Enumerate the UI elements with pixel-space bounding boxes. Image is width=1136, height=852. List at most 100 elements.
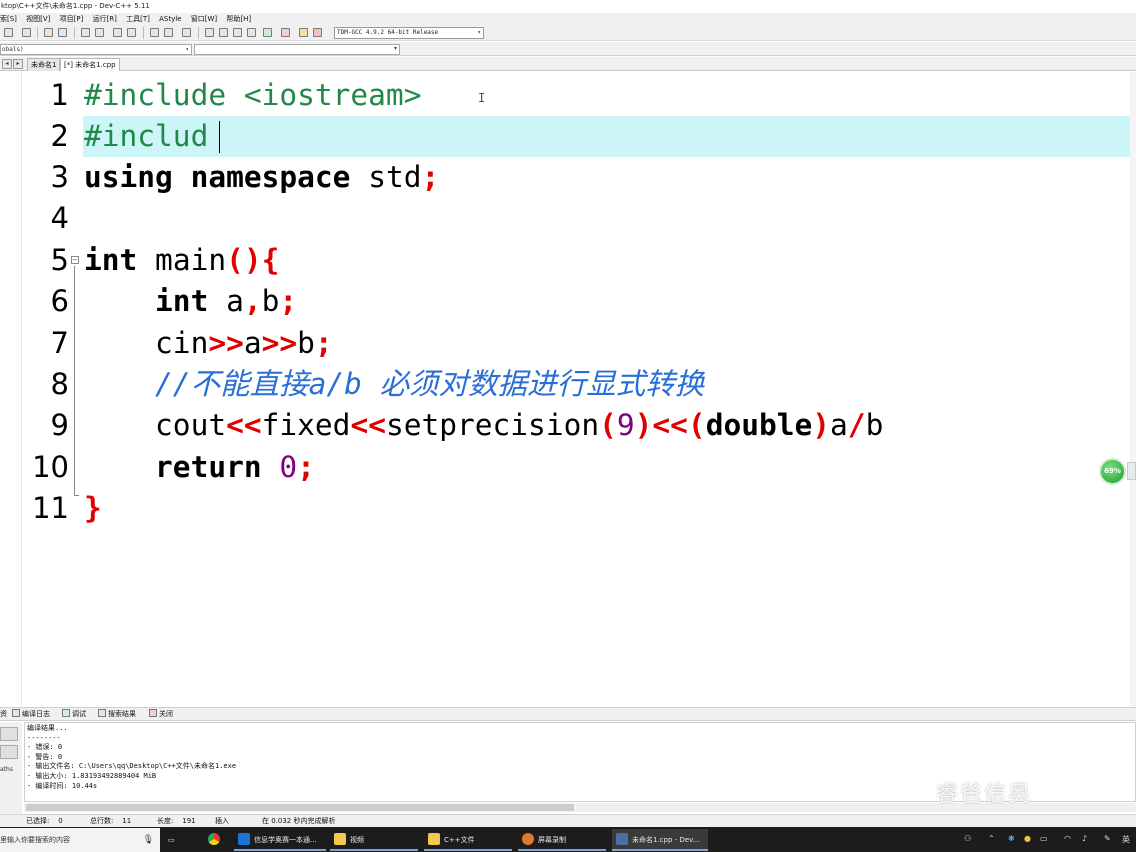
tab-project[interactable]: 未命名1: [27, 58, 61, 71]
watermark: 睿爸信奥: [936, 782, 1033, 807]
menu-search[interactable]: 索[S]: [0, 13, 17, 25]
tab-debug[interactable]: 调试: [62, 709, 86, 720]
taskbar-app-label: 未命名1.cpp - Dev...: [632, 836, 700, 844]
number-literal: 0: [261, 450, 298, 484]
menu-tools[interactable]: 工具[T]: [126, 13, 150, 25]
compile-run-icon[interactable]: [233, 28, 242, 37]
identifier: b: [865, 408, 884, 442]
keyword: int: [84, 243, 138, 277]
bookmark-icon[interactable]: [127, 28, 136, 37]
menu-project[interactable]: 项目[P]: [60, 13, 84, 25]
toolbar: [0, 25, 1136, 41]
code-comment: //不能直接a/b 必须对数据进行显式转换: [84, 367, 705, 401]
fold-toggle[interactable]: −: [71, 256, 79, 264]
menu-run[interactable]: 运行[R]: [93, 13, 117, 25]
menu-window[interactable]: 窗口[W]: [191, 13, 217, 25]
badge-handle[interactable]: [1127, 462, 1136, 480]
run-icon[interactable]: [219, 28, 228, 37]
taskbar-app-browser[interactable]: 信息学奥赛一本通...: [234, 829, 326, 851]
function-select[interactable]: ▾: [194, 44, 400, 55]
pen-icon[interactable]: ✎: [1104, 834, 1111, 843]
tab-compile-log[interactable]: 编译日志: [12, 709, 50, 720]
menu-view[interactable]: 视图[V]: [26, 13, 50, 25]
check-syntax-icon[interactable]: [263, 28, 272, 37]
compiler-select[interactable]: TDM-GCC 4.9.2 64-bit Release ▾: [334, 27, 484, 39]
taskbar-app-label: 视频: [350, 836, 364, 844]
line-number: 1: [50, 78, 69, 112]
file-tab-bar: [0, 57, 1136, 71]
microphone-icon[interactable]: 🎙: [143, 828, 154, 852]
battery-icon[interactable]: ▭: [1040, 834, 1048, 843]
identifier: a: [208, 284, 244, 318]
chrome-icon[interactable]: [208, 829, 226, 851]
code-line: return 0;: [84, 447, 315, 488]
log-side-button[interactable]: [0, 745, 18, 759]
volume-icon[interactable]: ♪: [1082, 834, 1087, 843]
menu-help[interactable]: 帮助[H]: [226, 13, 251, 25]
print-icon[interactable]: [22, 28, 31, 37]
tab-label: 搜索结果: [108, 710, 136, 718]
find-icon[interactable]: [81, 28, 90, 37]
chevron-up-icon[interactable]: ⌃: [988, 834, 995, 843]
taskbar-app-devcpp[interactable]: 未命名1.cpp - Dev...: [612, 829, 708, 851]
identifier: fixed: [261, 408, 351, 442]
menu-bar: 索[S] 视图[V] 项目[P] 运行[R] 工具[T] AStyle 窗口[W…: [0, 13, 1136, 25]
taskbar-app-cpp-folder[interactable]: C++文件: [424, 829, 512, 851]
operator: <<: [350, 408, 386, 442]
indent-icon[interactable]: [164, 28, 173, 37]
keyword: return: [155, 450, 262, 484]
unindent-icon[interactable]: [150, 28, 159, 37]
tab-file-active[interactable]: [*] 未命名1.cpp: [60, 58, 120, 71]
wifi-icon[interactable]: ◠: [1064, 834, 1071, 843]
operator: <<: [226, 408, 262, 442]
preprocessor-directive: #include <iostream>: [84, 78, 422, 112]
log-side-button[interactable]: [0, 727, 18, 741]
tray-app-icon[interactable]: ●: [1024, 834, 1031, 843]
tab-scroll-right-button[interactable]: ▸: [13, 59, 23, 69]
taskbar-app-label: 信息学奥赛一本通...: [254, 836, 317, 844]
search-placeholder: 里输入你要搜索的内容: [0, 836, 70, 844]
compile-icon[interactable]: [205, 28, 214, 37]
undo-icon[interactable]: [44, 28, 53, 37]
redo-icon[interactable]: [58, 28, 67, 37]
operator: ;: [297, 450, 315, 484]
menu-astyle[interactable]: AStyle: [159, 13, 181, 25]
tab-search-results[interactable]: 搜索结果: [98, 709, 136, 720]
editor-vertical-scrollbar[interactable]: [1130, 72, 1136, 706]
identifier: cout: [84, 408, 227, 442]
taskbar-app-screen-recorder[interactable]: 屏幕录制: [518, 829, 606, 851]
scrollbar-thumb[interactable]: [26, 804, 574, 811]
debug-icon[interactable]: [313, 28, 322, 37]
scope-select[interactable]: obals) ▾: [0, 44, 192, 55]
close-icon: [149, 709, 157, 717]
code-line: cout<<fixed<<setprecision(9)<<(double)a/…: [84, 405, 883, 446]
chrome-logo-icon: [208, 833, 220, 845]
input-language[interactable]: 英: [1122, 834, 1130, 845]
stop-icon[interactable]: [281, 28, 290, 37]
tab-resources[interactable]: 资: [0, 709, 7, 720]
code-line: #includ: [84, 116, 208, 157]
taskbar-app-video-folder[interactable]: 视频: [330, 829, 418, 851]
tab-scroll-left-button[interactable]: ◂: [2, 59, 12, 69]
compiler-select-value: TDM-GCC 4.9.2 64-bit Release: [337, 29, 439, 36]
goto-icon[interactable]: [113, 28, 122, 37]
code-line: int main(){: [84, 240, 279, 281]
toggle-comment-icon[interactable]: [182, 28, 191, 37]
code-line: cin>>a>>b;: [84, 323, 333, 364]
fold-line: [74, 266, 75, 496]
chevron-down-icon: ▾: [477, 29, 481, 36]
people-icon[interactable]: ⚇: [964, 834, 971, 843]
check-icon: [62, 709, 70, 717]
replace-icon[interactable]: [95, 28, 104, 37]
rebuild-icon[interactable]: [247, 28, 256, 37]
performance-badge[interactable]: 69%: [1099, 458, 1126, 485]
new-file-icon[interactable]: [4, 28, 13, 37]
bluetooth-icon[interactable]: ✱: [1008, 834, 1015, 843]
task-view-icon[interactable]: ▭: [168, 829, 184, 851]
taskbar-search-input[interactable]: 里输入你要搜索的内容 🎙: [0, 828, 160, 852]
profile-icon[interactable]: [299, 28, 308, 37]
operator: ;: [421, 160, 440, 194]
tab-close[interactable]: 关闭: [149, 709, 173, 720]
status-selected: 已选择: 0: [26, 815, 63, 827]
